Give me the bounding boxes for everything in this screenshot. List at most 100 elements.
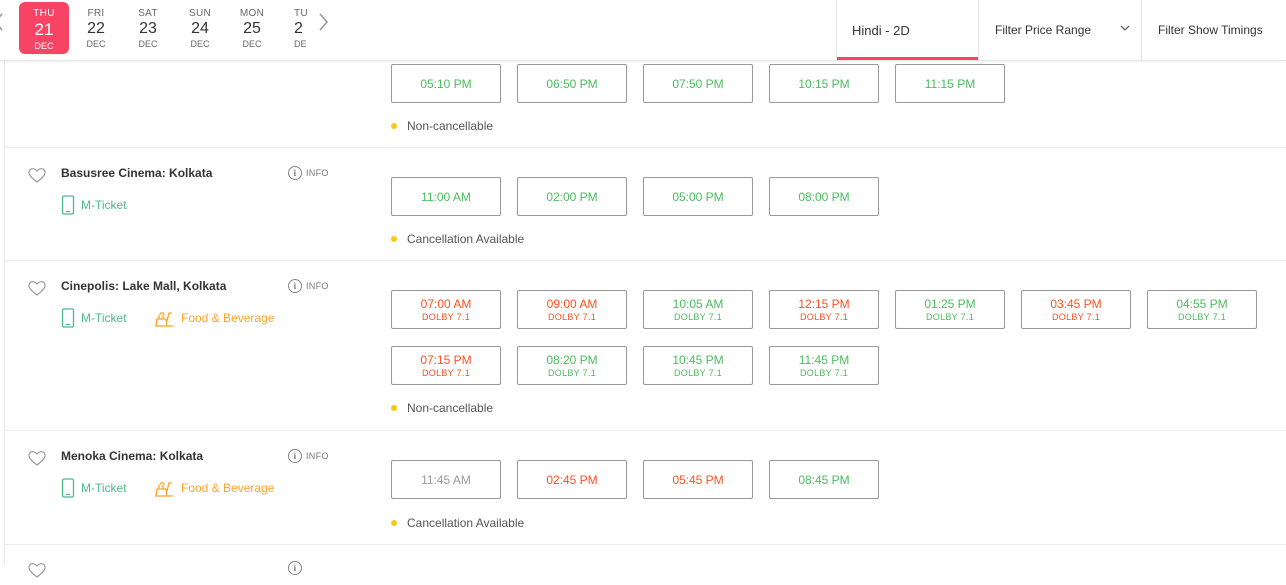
- showtime-label: 11:15 PM: [924, 76, 976, 91]
- date-month: DEC: [138, 39, 158, 49]
- showtime-label: 10:05 AM: [672, 297, 724, 311]
- top-bar: THU 21 DEC FRI 22 DEC SAT 23 DEC SUN 24 …: [0, 0, 1286, 61]
- showtime-button[interactable]: 12:15 PM DOLBY 7.1: [769, 290, 879, 329]
- showtime-label: 05:45 PM: [672, 472, 724, 487]
- showtime-button[interactable]: 11:45 PM DOLBY 7.1: [769, 346, 879, 385]
- cancellation-status: Cancellation Available: [391, 516, 524, 530]
- showtime-button[interactable]: 09:00 AM DOLBY 7.1: [517, 290, 627, 329]
- date-dow: TU: [294, 8, 308, 19]
- chevron-down-icon: [1119, 22, 1131, 34]
- date-day: 21: [34, 20, 54, 39]
- showtime-label: 05:10 PM: [420, 76, 472, 91]
- info-button[interactable]: i INFO: [288, 449, 329, 463]
- showtime-button[interactable]: 11:00 AM: [391, 177, 501, 216]
- date-dow: THU: [33, 8, 55, 19]
- showtime-label: 03:45 PM: [1050, 297, 1102, 311]
- showtime-format: DOLBY 7.1: [799, 368, 849, 378]
- showtime-button[interactable]: 03:45 PM DOLBY 7.1: [1021, 290, 1131, 329]
- showtime-button[interactable]: 01:25 PM DOLBY 7.1: [895, 290, 1005, 329]
- venue-name[interactable]: Cinepolis: Lake Mall, Kolkata: [61, 279, 226, 293]
- date-month: DE: [294, 39, 307, 49]
- status-dot: [391, 123, 397, 129]
- venue-row: Menoka Cinema: Kolkata i INFO M-Ticket F…: [5, 431, 1286, 545]
- info-icon: i: [288, 561, 302, 575]
- showtime-label: 08:45 PM: [798, 472, 850, 487]
- mobile-phone-icon: [61, 308, 75, 328]
- heart-icon[interactable]: [27, 449, 47, 467]
- food-beverage-icon: [155, 312, 173, 327]
- venue-row: Basusree Cinema: Kolkata i INFO M-Ticket…: [5, 148, 1286, 261]
- date-item-5[interactable]: TU 2 DE: [279, 2, 309, 54]
- showtime-button[interactable]: 08:20 PM DOLBY 7.1: [517, 346, 627, 385]
- heart-icon[interactable]: [27, 166, 47, 184]
- chevron-left-icon[interactable]: [0, 12, 6, 32]
- showtime-format: DOLBY 7.1: [673, 312, 723, 322]
- showtime-button[interactable]: 08:45 PM: [769, 460, 879, 499]
- showtime-button[interactable]: 11:15 PM: [895, 64, 1005, 103]
- showtime-format: DOLBY 7.1: [799, 312, 849, 322]
- heart-icon[interactable]: [27, 561, 47, 579]
- showtime-button[interactable]: 02:00 PM: [517, 177, 627, 216]
- food-beverage-badge: Food & Beverage: [153, 478, 274, 498]
- status-dot: [391, 405, 397, 411]
- date-item-2[interactable]: SAT 23 DEC: [123, 2, 173, 54]
- showtime-button[interactable]: 05:10 PM: [391, 64, 501, 103]
- date-day: 24: [191, 20, 209, 37]
- date-item-4[interactable]: MON 25 DEC: [227, 2, 277, 54]
- heart-icon[interactable]: [27, 279, 47, 297]
- showtime-button[interactable]: 10:15 PM: [769, 64, 879, 103]
- mobile-phone-icon: [61, 195, 75, 215]
- showtime-label: 02:00 PM: [546, 189, 598, 204]
- date-day: 25: [243, 20, 261, 37]
- showtime-format: DOLBY 7.1: [673, 368, 723, 378]
- info-icon: i: [288, 449, 302, 463]
- showtime-label: 10:15 PM: [798, 76, 850, 91]
- venue-name[interactable]: Basusree Cinema: Kolkata: [61, 166, 212, 180]
- date-item-0[interactable]: THU 21 DEC: [19, 2, 69, 54]
- info-button[interactable]: i: [288, 561, 302, 575]
- date-day: 2: [294, 20, 303, 37]
- showtime-button[interactable]: 10:05 AM DOLBY 7.1: [643, 290, 753, 329]
- food-beverage-icon: [155, 482, 173, 497]
- mobile-phone-icon: [61, 478, 75, 498]
- venue-list: 05:10 PM 06:50 PM 07:50 PM 10:15 PM 11:1…: [4, 61, 1286, 578]
- timing-filter-dropdown[interactable]: Filter Show Timings: [1141, 0, 1286, 60]
- mticket-badge: M-Ticket: [61, 195, 127, 215]
- timing-filter-label: Filter Show Timings: [1158, 23, 1263, 37]
- showtime-button[interactable]: 08:00 PM: [769, 177, 879, 216]
- showtime-format: DOLBY 7.1: [925, 312, 975, 322]
- showtime-button[interactable]: 04:55 PM DOLBY 7.1: [1147, 290, 1257, 329]
- date-dow: SUN: [188, 8, 211, 19]
- showtime-label: 10:45 PM: [672, 353, 724, 367]
- info-button[interactable]: i INFO: [288, 279, 329, 293]
- mticket-label: M-Ticket: [81, 481, 127, 495]
- showtime-button[interactable]: 10:45 PM DOLBY 7.1: [643, 346, 753, 385]
- price-filter-dropdown[interactable]: Filter Price Range: [978, 0, 1141, 60]
- info-button[interactable]: i INFO: [288, 166, 329, 180]
- date-item-1[interactable]: FRI 22 DEC: [71, 2, 121, 54]
- showtime-button[interactable]: 07:15 PM DOLBY 7.1: [391, 346, 501, 385]
- status-dot: [391, 236, 397, 242]
- showtime-format: DOLBY 7.1: [1177, 312, 1227, 322]
- venue-row: i: [5, 545, 1286, 585]
- showtime-label: 07:15 PM: [420, 353, 472, 367]
- chevron-right-icon[interactable]: [316, 12, 330, 32]
- showtime-label: 01:25 PM: [924, 297, 976, 311]
- showtime-format: DOLBY 7.1: [547, 312, 597, 322]
- showtime-button[interactable]: 07:50 PM: [643, 64, 753, 103]
- venue-name[interactable]: Menoka Cinema: Kolkata: [61, 449, 203, 463]
- showtime-button[interactable]: 11:45 AM: [391, 460, 501, 499]
- date-item-3[interactable]: SUN 24 DEC: [175, 2, 225, 54]
- cancellation-label: Non-cancellable: [407, 401, 494, 415]
- language-filter-tab[interactable]: Hindi - 2D: [836, 0, 978, 60]
- cancellation-status: Non-cancellable: [391, 401, 493, 415]
- showtime-button[interactable]: 07:00 AM DOLBY 7.1: [391, 290, 501, 329]
- showtime-button[interactable]: 02:45 PM: [517, 460, 627, 499]
- info-label: INFO: [306, 281, 329, 291]
- language-filter-label: Hindi - 2D: [852, 22, 910, 38]
- showtime-button[interactable]: 05:45 PM: [643, 460, 753, 499]
- showtime-button[interactable]: 06:50 PM: [517, 64, 627, 103]
- showtime-button[interactable]: 05:00 PM: [643, 177, 753, 216]
- showtime-label: 06:50 PM: [546, 76, 598, 91]
- showtime-label: 08:20 PM: [546, 353, 598, 367]
